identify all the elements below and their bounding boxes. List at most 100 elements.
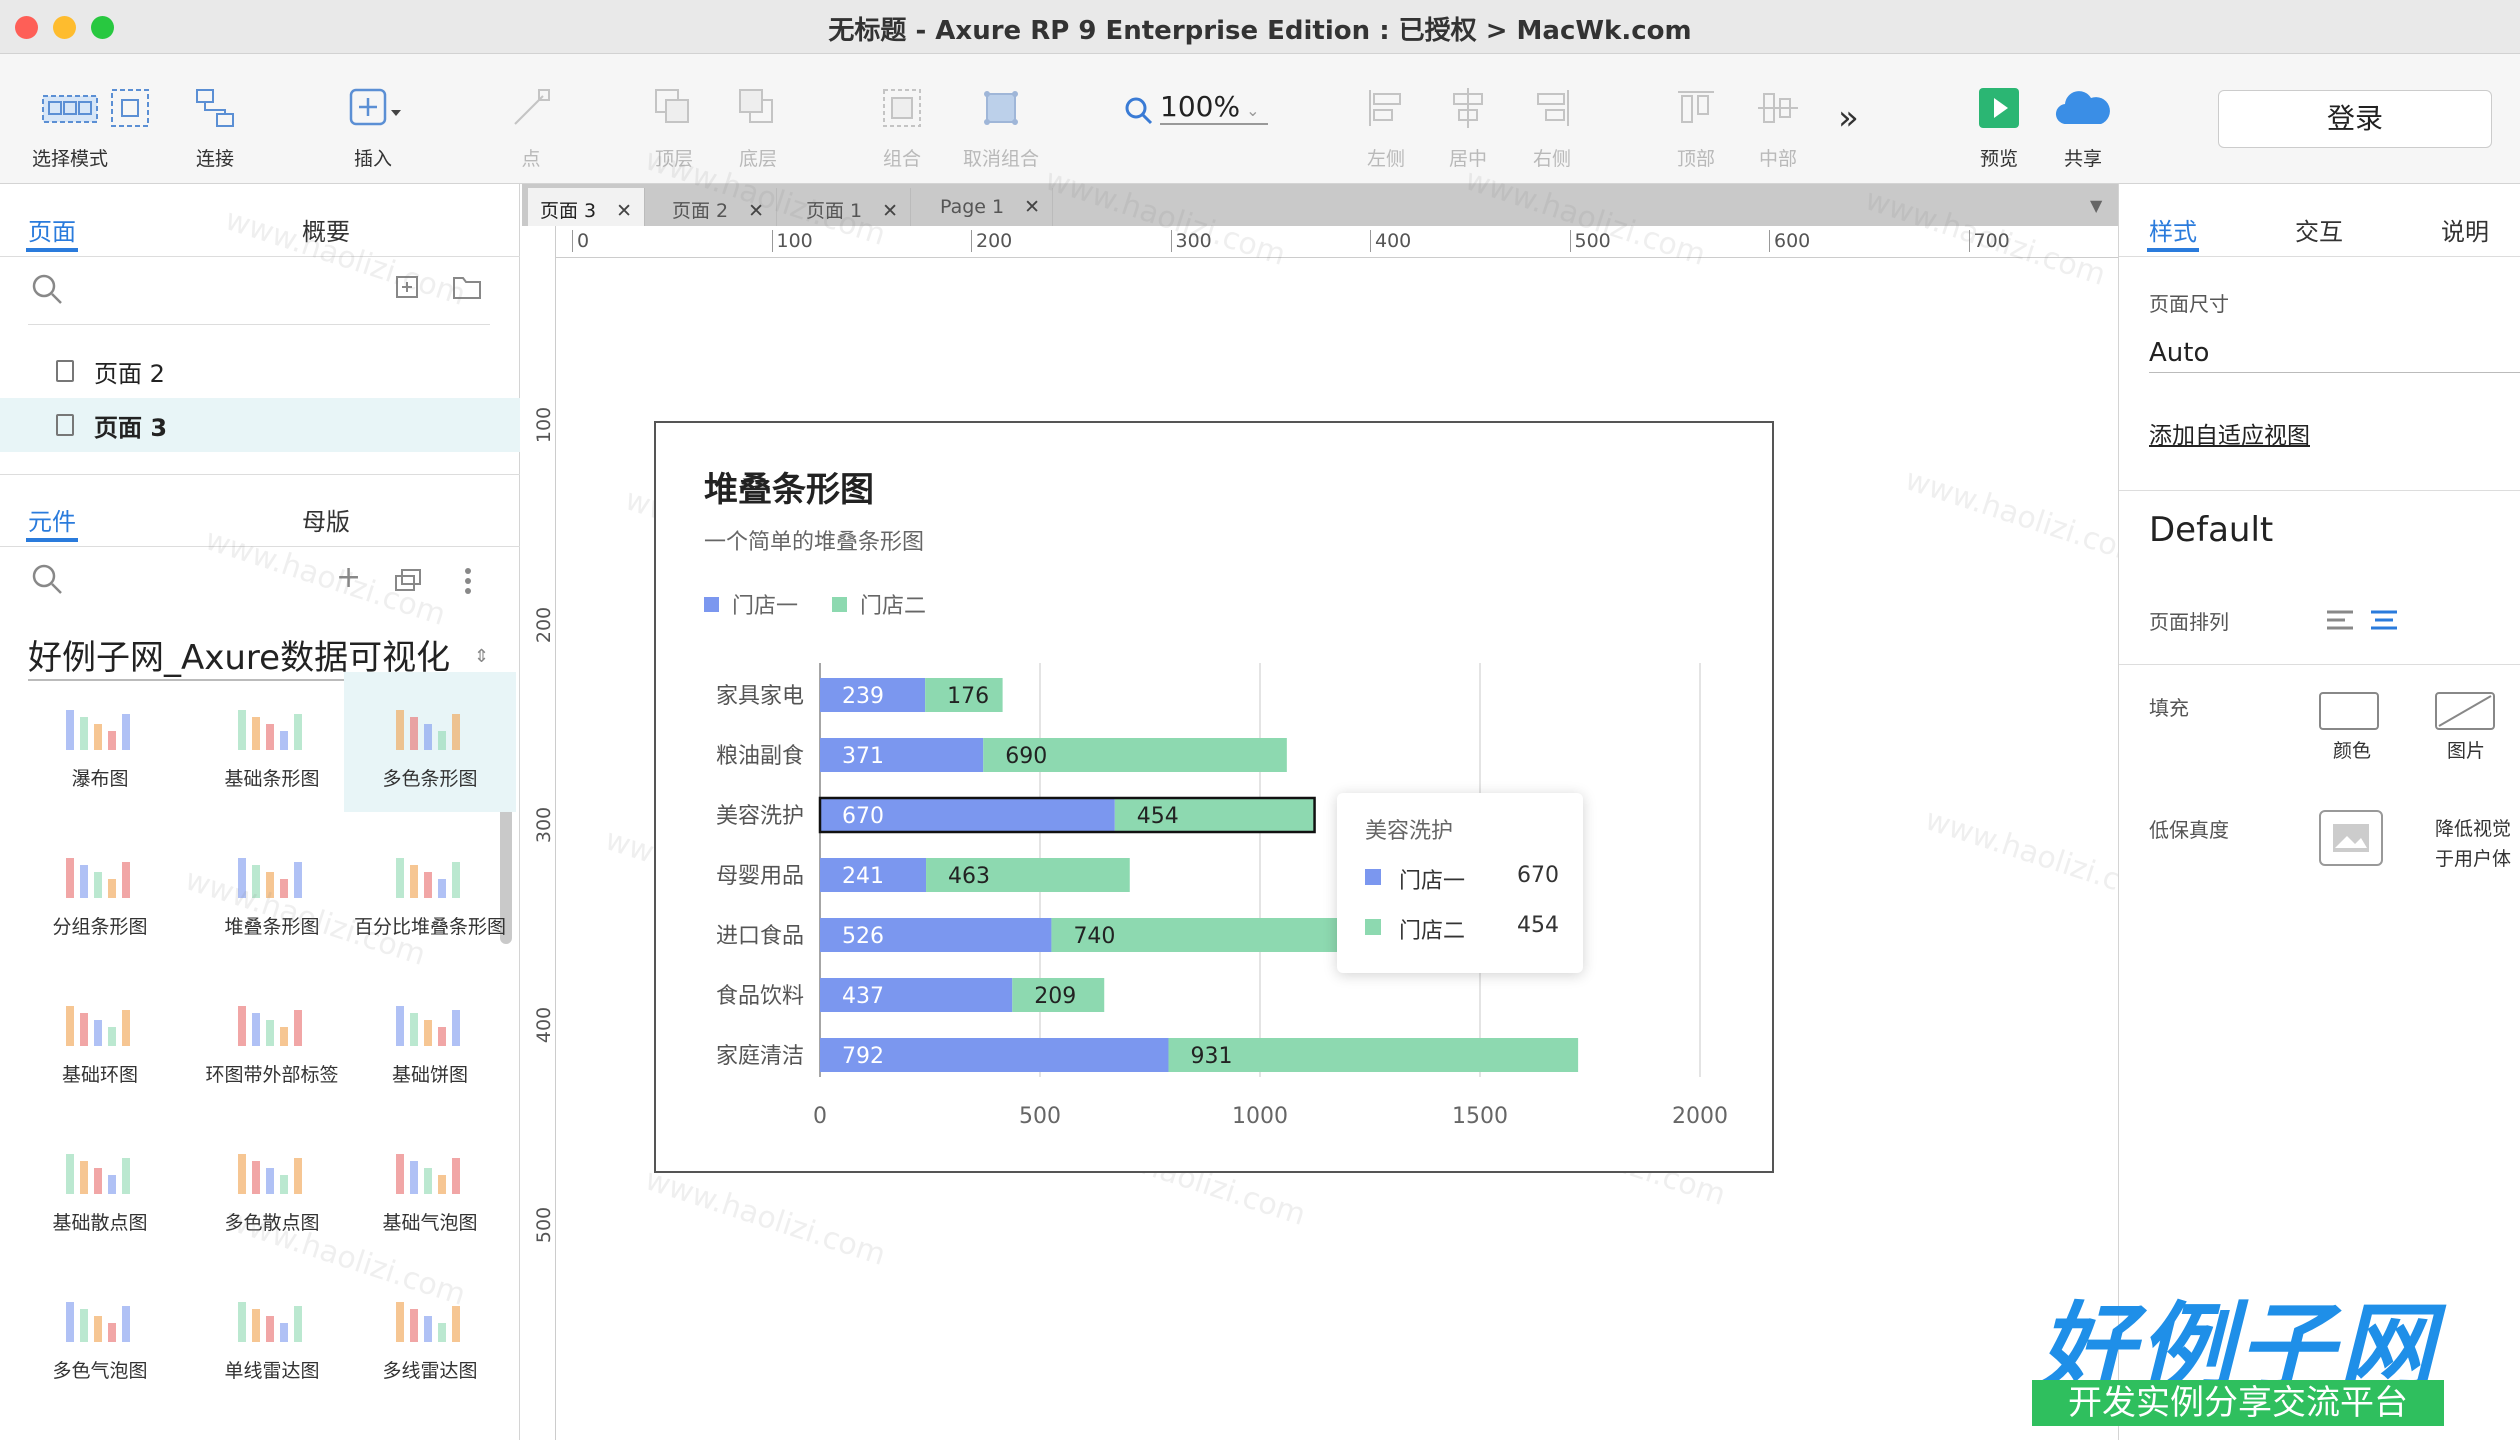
add-page-icon[interactable] xyxy=(396,276,418,298)
component-item[interactable]: 多线雷达图 xyxy=(344,1264,516,1404)
component-item[interactable]: 环图带外部标签 xyxy=(186,968,358,1108)
tab-overflow-icon[interactable]: ▼ xyxy=(2090,196,2102,215)
tab-masters[interactable]: 母版 xyxy=(302,502,350,537)
chart-widget[interactable]: 堆叠条形图 一个简单的堆叠条形图 门店一 门店二 0 500 1000 1500 2000 家具家… xyxy=(654,421,1774,1173)
tooltip-title: 美容洗护 xyxy=(1365,819,1454,844)
component-item[interactable]: 堆叠条形图 xyxy=(186,820,358,960)
close-tab-icon[interactable]: ✕ xyxy=(748,200,764,222)
align-center-page-icon[interactable] xyxy=(2369,608,2399,632)
tab-pages[interactable]: 页面 xyxy=(28,212,76,247)
tab-page-1[interactable]: 页面 1 ✕ xyxy=(794,188,912,226)
group-button[interactable]: 组合 xyxy=(872,72,932,171)
low-fidelity-toggle[interactable] xyxy=(2319,810,2383,866)
send-back-label: 底层 xyxy=(738,148,777,170)
component-item[interactable]: 基础散点图 xyxy=(14,1116,186,1256)
bar-data-label: 241 xyxy=(842,864,884,889)
page-item-label: 页面 3 xyxy=(94,413,168,442)
zoom-dropdown-icon: ⌄ xyxy=(1246,101,1260,120)
component-thumbnail-icon xyxy=(60,1138,140,1194)
page-item[interactable]: 页面 2 xyxy=(0,344,520,398)
send-to-back-button[interactable]: 底层 xyxy=(728,72,788,171)
component-item[interactable]: 基础气泡图 xyxy=(344,1116,516,1256)
close-tab-icon[interactable]: ✕ xyxy=(882,200,898,222)
window-title: 无标题 - Axure RP 9 Enterprise Edition : 已授… xyxy=(828,16,1692,46)
page-icon xyxy=(56,360,74,382)
login-button[interactable]: 登录 xyxy=(2218,90,2492,148)
component-label: 多线雷达图 xyxy=(382,1360,478,1382)
x-tick-label: 1000 xyxy=(1232,1104,1288,1129)
add-adaptive-view-link[interactable]: 添加自适应视图 xyxy=(2149,416,2310,450)
align-left-button[interactable]: 左侧 xyxy=(1356,72,1416,171)
low-fidelity-desc: 降低视觉 于用户体 xyxy=(2435,814,2511,874)
category-label: 家庭清洁 xyxy=(716,1044,804,1069)
tab-outline[interactable]: 概要 xyxy=(302,212,350,247)
tab-label: 页面 3 xyxy=(540,200,597,222)
search-icon[interactable] xyxy=(30,272,64,306)
connect-button[interactable]: 连接 xyxy=(180,72,250,171)
align-center-button[interactable]: 居中 xyxy=(1438,72,1498,171)
connector-icon xyxy=(180,72,250,144)
component-label: 基础环图 xyxy=(61,1064,138,1086)
select-intersect-button[interactable] xyxy=(104,72,156,144)
point-label: 点 xyxy=(521,148,541,170)
fill-image-swatch[interactable] xyxy=(2435,692,2495,730)
bar-data-label: 792 xyxy=(842,1044,884,1069)
component-label: 单线雷达图 xyxy=(224,1360,320,1382)
add-folder-icon[interactable] xyxy=(452,274,482,300)
bring-to-front-button[interactable]: 顶层 xyxy=(644,72,704,171)
align-left-label: 左侧 xyxy=(1366,148,1405,170)
bar-data-label: 526 xyxy=(842,924,884,949)
library-search-icon[interactable] xyxy=(30,562,64,596)
component-item[interactable]: 多色散点图 xyxy=(186,1116,358,1256)
tab-style-underline xyxy=(2147,248,2199,252)
component-item[interactable]: 单线雷达图 xyxy=(186,1264,358,1404)
more-options-icon[interactable] xyxy=(464,566,472,596)
close-tab-icon[interactable]: ✕ xyxy=(616,200,632,222)
align-top-button[interactable]: 顶部 xyxy=(1666,72,1726,171)
point-button[interactable]: 点 xyxy=(506,72,556,171)
add-library-icon[interactable]: + xyxy=(336,560,361,595)
tab-notes[interactable]: 说明 xyxy=(2441,212,2489,247)
component-item[interactable]: 瀑布图 xyxy=(14,672,186,812)
insert-button[interactable]: 插入 xyxy=(338,72,408,171)
align-right-button[interactable]: 右侧 xyxy=(1522,72,1582,171)
more-tools-icon[interactable]: » xyxy=(1838,98,1859,138)
component-item[interactable]: 基础环图 xyxy=(14,968,186,1108)
align-middle-button[interactable]: 中部 xyxy=(1748,72,1808,171)
component-item[interactable]: 分组条形图 xyxy=(14,820,186,960)
library-copy-icon[interactable] xyxy=(394,568,422,592)
tooltip-series-value: 670 xyxy=(1517,863,1559,888)
component-label: 堆叠条形图 xyxy=(224,916,320,938)
tab-interaction[interactable]: 交互 xyxy=(2295,212,2343,247)
category-label: 家具家电 xyxy=(716,684,804,709)
component-item[interactable]: 多色气泡图 xyxy=(14,1264,186,1404)
page-item-selected[interactable]: 页面 3 xyxy=(0,398,520,452)
component-item[interactable]: 基础饼图 xyxy=(344,968,516,1108)
component-thumbnail-icon xyxy=(232,842,312,898)
tab-pages-underline xyxy=(26,248,78,252)
ruler-tick: 300 xyxy=(533,806,556,844)
component-thumbnail-icon xyxy=(232,1138,312,1194)
align-left-page-icon[interactable] xyxy=(2325,608,2355,632)
tab-page-3[interactable]: 页面 3 ✕ xyxy=(528,188,646,226)
play-icon xyxy=(1968,72,2030,144)
component-item[interactable]: 多色条形图 xyxy=(344,672,516,812)
style-name[interactable]: Default xyxy=(2149,510,2273,550)
page-item-label: 页面 2 xyxy=(94,359,165,388)
ungroup-button[interactable]: 取消组合 xyxy=(958,72,1044,171)
share-button[interactable]: 共享 xyxy=(2050,72,2116,171)
component-item[interactable]: 百分比堆叠条形图 xyxy=(344,820,516,960)
fill-color-swatch[interactable] xyxy=(2319,692,2379,730)
tab-components[interactable]: 元件 xyxy=(28,502,76,537)
tab-page-1-en[interactable]: Page 1 ✕ xyxy=(928,188,1054,226)
tab-label: 页面 1 xyxy=(806,200,863,222)
close-tab-icon[interactable]: ✕ xyxy=(1024,196,1040,218)
component-label: 多色条形图 xyxy=(382,768,478,790)
bar-data-label: 209 xyxy=(1034,984,1076,1009)
page-size-input[interactable]: Auto xyxy=(2149,338,2520,373)
component-item[interactable]: 基础条形图 xyxy=(186,672,358,812)
tab-style[interactable]: 样式 xyxy=(2149,212,2197,247)
preview-button[interactable]: 预览 xyxy=(1968,72,2030,171)
zoom-select[interactable]: 100% ⌄ xyxy=(1160,90,1268,125)
tab-page-2[interactable]: 页面 2 ✕ xyxy=(660,188,778,226)
